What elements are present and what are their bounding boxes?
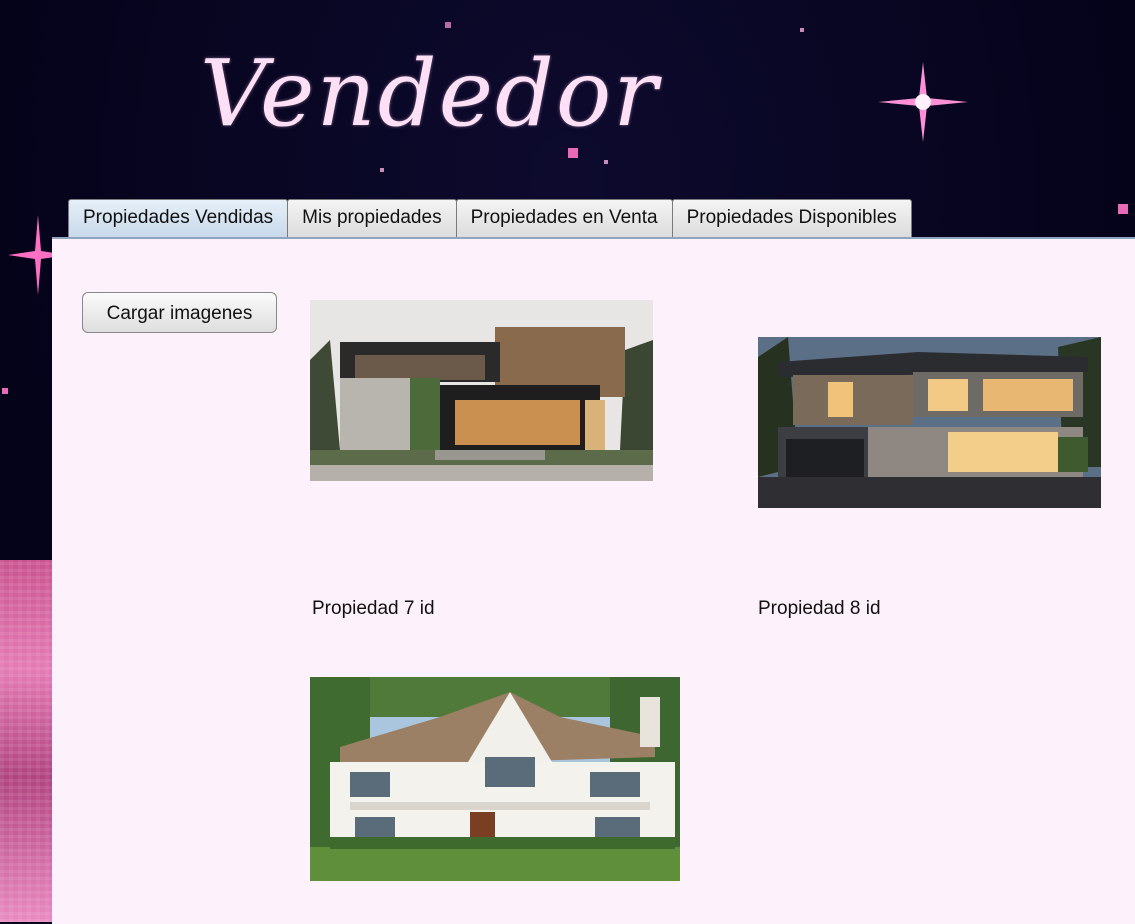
property-photo: [310, 677, 680, 881]
property-photo: [310, 300, 653, 481]
property-photo: [758, 337, 1101, 508]
star-dot: [1118, 204, 1128, 214]
star-dot: [800, 28, 804, 32]
pixel-art-decoration: [0, 560, 52, 922]
load-images-button[interactable]: Cargar imagenes: [82, 292, 277, 333]
property-caption: Propiedad 7 id: [312, 598, 435, 619]
app-title: Vendedor: [200, 40, 660, 147]
star-dot: [445, 22, 451, 28]
property-caption: Propiedad 8 id: [758, 598, 881, 619]
star-dot: [380, 168, 384, 172]
tab-propiedades-vendidas[interactable]: Propiedades Vendidas: [68, 199, 289, 238]
tab-mis-propiedades[interactable]: Mis propiedades: [287, 199, 457, 237]
tab-propiedades-disponibles[interactable]: Propiedades Disponibles: [671, 199, 912, 237]
star-dot: [568, 148, 578, 158]
tab-propiedades-en-venta[interactable]: Propiedades en Venta: [455, 199, 673, 237]
sparkle-icon: [878, 62, 968, 142]
star-dot: [604, 160, 608, 164]
tab-bar: Propiedades Vendidas Mis propiedades Pro…: [68, 199, 912, 238]
star-dot: [2, 388, 8, 394]
